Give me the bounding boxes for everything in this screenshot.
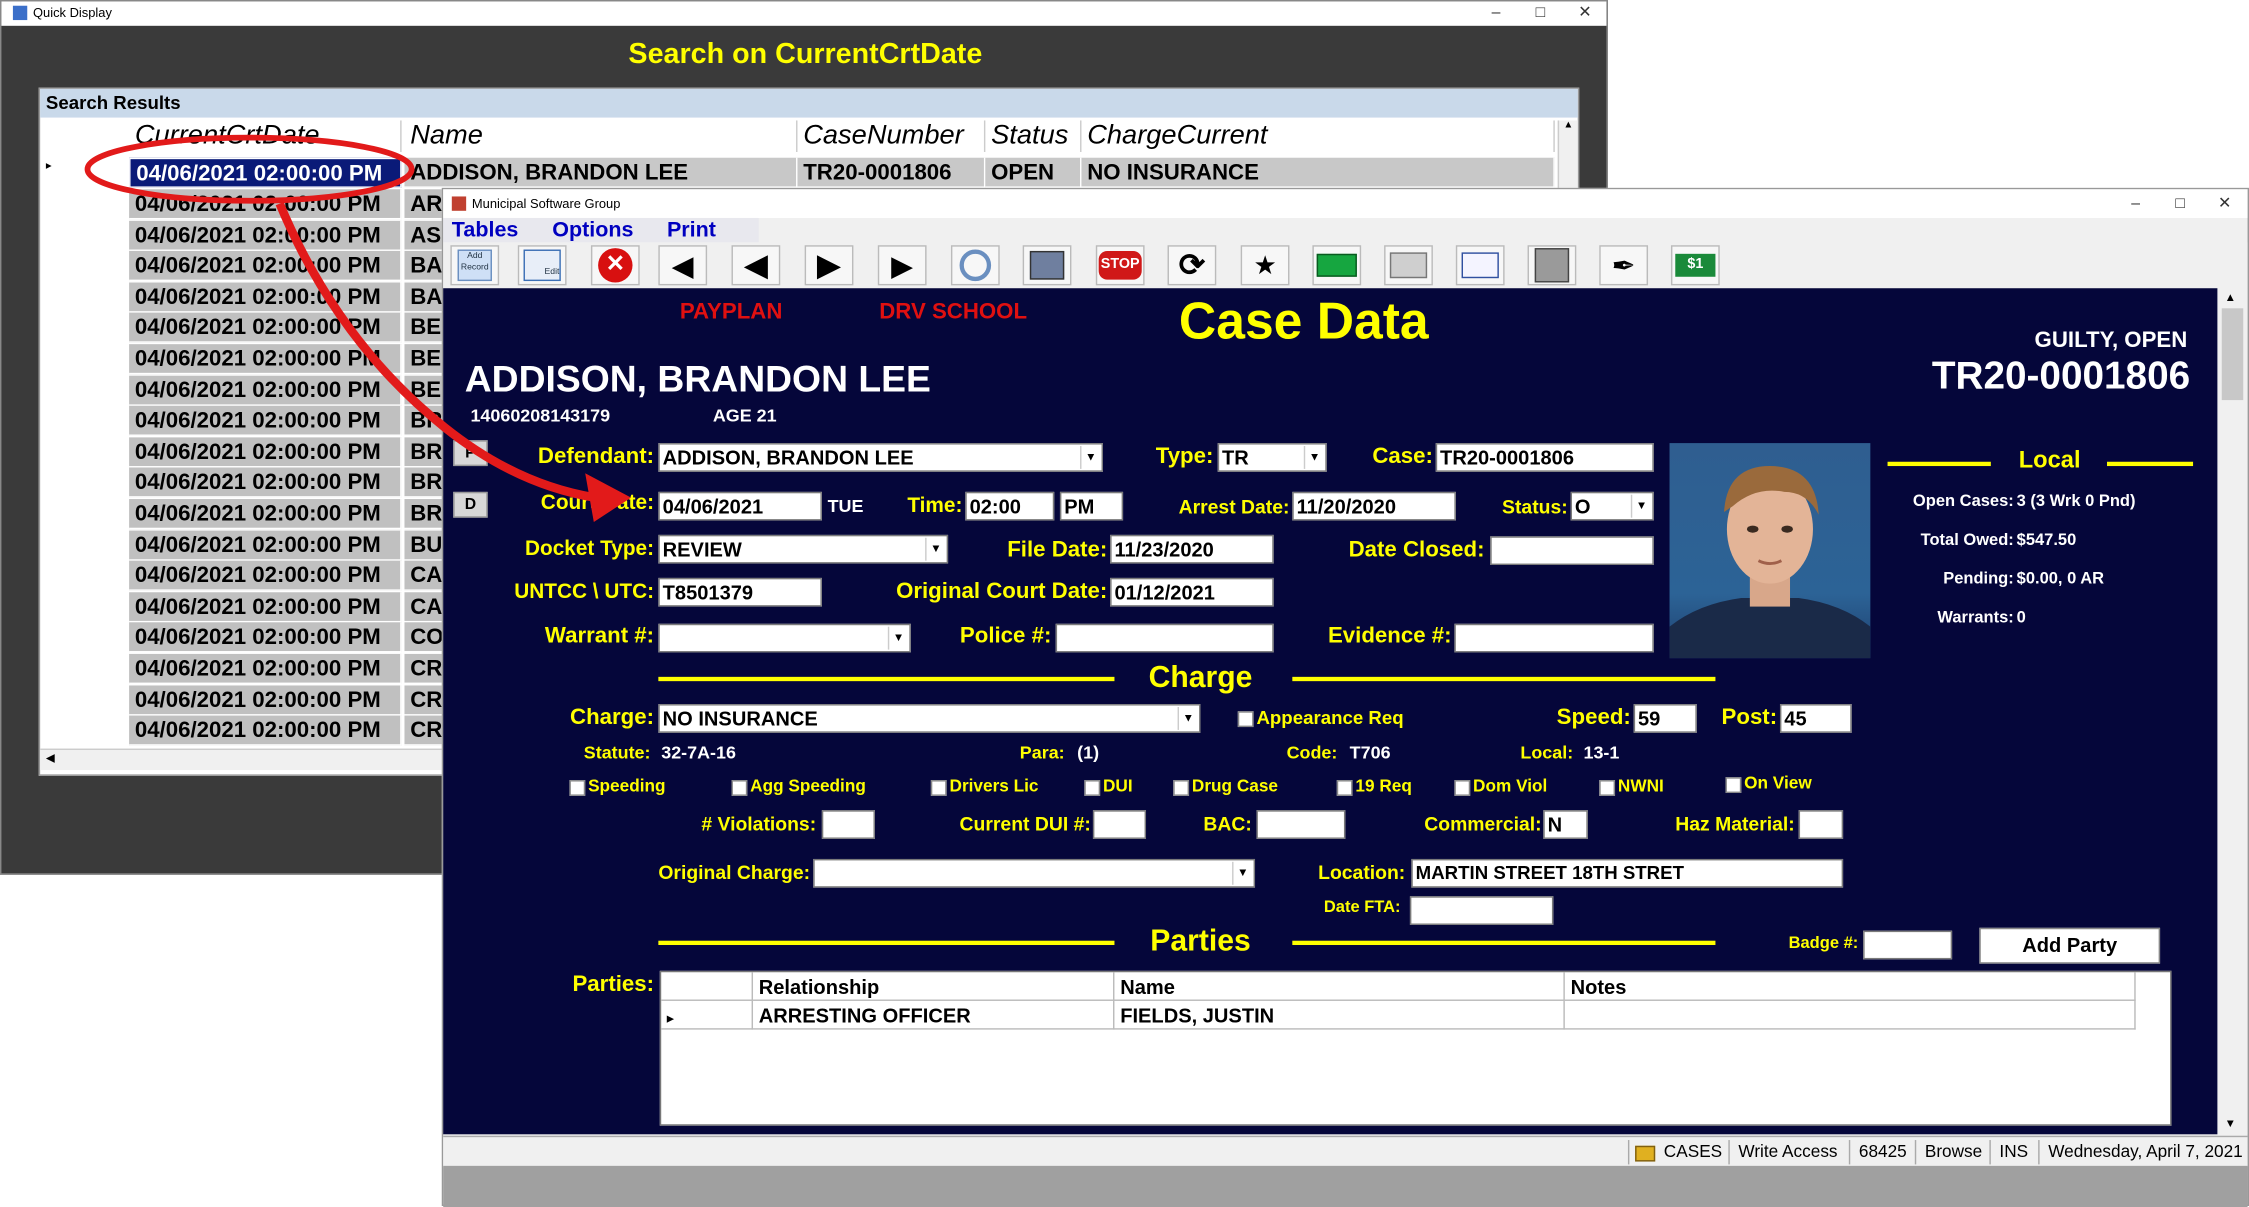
arrow-head-icon: [585, 473, 632, 522]
annotation-overlay: [84, 134, 632, 522]
highlight-ellipse: [84, 134, 415, 204]
screen: Quick Display – □ ✕ Search on CurrentCrt…: [0, 0, 2249, 1207]
annotation-arrow: [275, 201, 596, 502]
